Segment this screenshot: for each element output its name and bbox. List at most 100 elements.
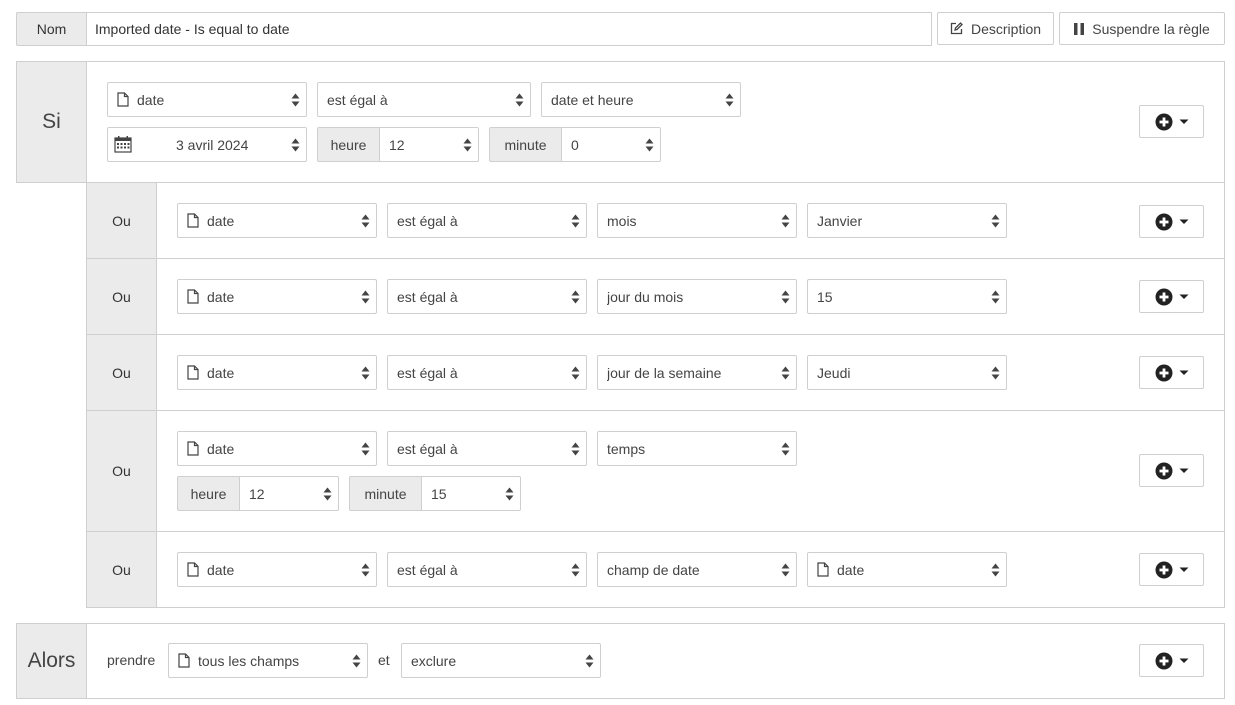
rule-name-input[interactable]: Imported date - Is equal to date: [86, 12, 932, 46]
if-field-select[interactable]: date: [107, 82, 307, 117]
or-1-value-select[interactable]: Janvier: [807, 203, 1007, 238]
sort-arrows-icon: [463, 137, 472, 153]
then-label: Alors: [27, 649, 76, 672]
or-4-minute-select[interactable]: 15: [421, 476, 521, 511]
sort-arrows-icon: [781, 562, 790, 578]
if-minute-label: minute: [504, 136, 547, 153]
rule-name-value: Imported date - Is equal to date: [95, 21, 290, 37]
if-minute-addon: minute: [489, 127, 562, 162]
if-hour-value: 12: [389, 136, 405, 153]
or-1-value: Janvier: [817, 212, 863, 229]
if-hour-addon: heure: [317, 127, 380, 162]
name-label-cell: Nom: [16, 12, 87, 46]
plus-circle-icon: [1155, 652, 1173, 670]
or-label: Ou: [112, 364, 131, 381]
or-4-minute-value: 15: [431, 485, 447, 502]
sort-arrows-icon: [571, 365, 580, 381]
file-icon: [817, 562, 829, 577]
caret-down-icon: [1179, 370, 1189, 376]
or-5-field-select[interactable]: date: [177, 552, 377, 587]
caret-down-icon: [1179, 294, 1189, 300]
take-label: prendre: [107, 652, 156, 668]
or-2-add-button[interactable]: [1139, 280, 1204, 313]
or-1-type-select[interactable]: mois: [597, 203, 797, 238]
sort-arrows-icon: [515, 92, 524, 108]
sort-arrows-icon: [505, 486, 514, 502]
if-add-button[interactable]: [1139, 105, 1204, 138]
sort-arrows-icon: [781, 365, 790, 381]
sort-arrows-icon: [361, 365, 370, 381]
or-4-field-value: date: [207, 440, 235, 457]
sort-arrows-icon: [352, 653, 361, 669]
description-button[interactable]: Description: [937, 12, 1054, 45]
sort-arrows-icon: [725, 92, 734, 108]
or-2-type-value: jour du mois: [607, 288, 684, 305]
or-3-add-button[interactable]: [1139, 356, 1204, 389]
or-5-field-value: date: [207, 561, 235, 578]
edit-icon: [950, 22, 963, 35]
or-3-operator-select[interactable]: est égal à: [387, 355, 587, 390]
or-5-operator-select[interactable]: est égal à: [387, 552, 587, 587]
caret-down-icon: [1179, 119, 1189, 125]
or-1-operator-select[interactable]: est égal à: [387, 203, 587, 238]
or-2-field-select[interactable]: date: [177, 279, 377, 314]
or-2-value-select[interactable]: 15: [807, 279, 1007, 314]
sort-arrows-icon: [571, 562, 580, 578]
if-type-select[interactable]: date et heure: [541, 82, 741, 117]
or-4-hour-select[interactable]: 12: [239, 476, 339, 511]
sort-arrows-icon: [781, 441, 790, 457]
file-icon: [187, 213, 199, 228]
if-hour-select[interactable]: 12: [379, 127, 479, 162]
sort-arrows-icon: [991, 213, 1000, 229]
or-5-value-select[interactable]: date: [807, 552, 1007, 587]
or-1-field-select[interactable]: date: [177, 203, 377, 238]
or-1-add-button[interactable]: [1139, 205, 1204, 238]
or-3-type-value: jour de la semaine: [607, 364, 722, 381]
name-label: Nom: [36, 21, 67, 37]
caret-down-icon: [1179, 567, 1189, 573]
caret-down-icon: [1179, 468, 1189, 474]
file-icon: [187, 365, 199, 380]
or-3-operator-value: est égal à: [397, 364, 458, 381]
or-label-cell: Ou: [86, 531, 157, 608]
if-label-cell: Si: [16, 61, 87, 183]
file-icon: [178, 653, 190, 668]
suspend-rule-button[interactable]: Suspendre la règle: [1059, 12, 1225, 45]
sort-arrows-icon: [991, 289, 1000, 305]
pause-icon: [1074, 22, 1085, 35]
or-label: Ou: [112, 288, 131, 305]
or-4-add-button[interactable]: [1139, 454, 1204, 487]
or-3-field-value: date: [207, 364, 235, 381]
if-date-value: 3 avril 2024: [176, 136, 249, 153]
if-label: Si: [42, 110, 61, 133]
then-fields-select[interactable]: tous les champs: [168, 643, 368, 678]
sort-arrows-icon: [571, 289, 580, 305]
if-minute-select[interactable]: 0: [561, 127, 661, 162]
sort-arrows-icon: [571, 441, 580, 457]
then-add-button[interactable]: [1139, 644, 1204, 677]
or-label-cell: Ou: [86, 258, 157, 335]
or-3-value: Jeudi: [817, 364, 851, 381]
sort-arrows-icon: [361, 441, 370, 457]
or-2-operator-value: est égal à: [397, 288, 458, 305]
or-2-type-select[interactable]: jour du mois: [597, 279, 797, 314]
if-operator-select[interactable]: est égal à: [317, 82, 531, 117]
or-4-operator-select[interactable]: est égal à: [387, 431, 587, 466]
or-2-operator-select[interactable]: est égal à: [387, 279, 587, 314]
sort-arrows-icon: [781, 213, 790, 229]
or-3-field-select[interactable]: date: [177, 355, 377, 390]
or-4-field-select[interactable]: date: [177, 431, 377, 466]
or-1-operator-value: est égal à: [397, 212, 458, 229]
or-label-cell: Ou: [86, 334, 157, 411]
then-action-select[interactable]: exclure: [401, 643, 601, 678]
or-3-value-select[interactable]: Jeudi: [807, 355, 1007, 390]
caret-down-icon: [1179, 219, 1189, 225]
or-3-type-select[interactable]: jour de la semaine: [597, 355, 797, 390]
plus-circle-icon: [1155, 113, 1173, 131]
or-5-type-select[interactable]: champ de date: [597, 552, 797, 587]
or-4-type-select[interactable]: temps: [597, 431, 797, 466]
if-date-picker[interactable]: 3 avril 2024: [107, 127, 307, 162]
or-2-field-value: date: [207, 288, 235, 305]
or-5-add-button[interactable]: [1139, 553, 1204, 586]
caret-down-icon: [1179, 658, 1189, 664]
